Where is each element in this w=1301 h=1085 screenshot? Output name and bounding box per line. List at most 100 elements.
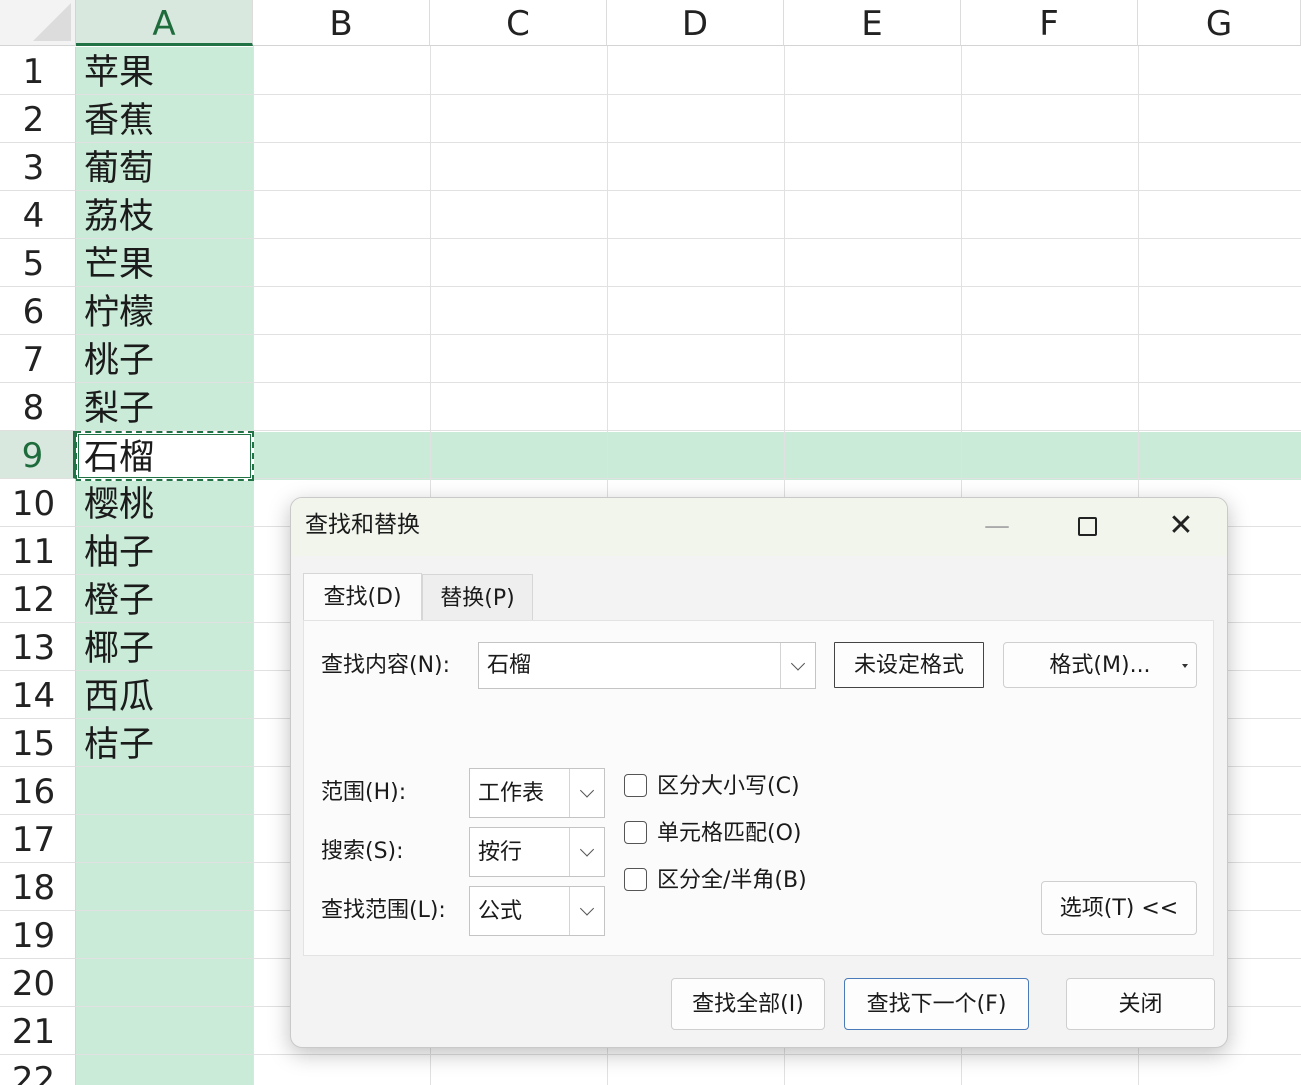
cell-a3[interactable]: 葡萄	[84, 143, 254, 191]
gridline-horizontal	[76, 238, 1301, 239]
cell-a8[interactable]: 梨子	[84, 383, 254, 431]
look-in-label: 查找范围(L):	[321, 898, 446, 923]
find-replace-dialog: 查找和替换 — ✕ 查找(D) 替换(P) 查找内容(N): 石榴 未设定格式 …	[290, 497, 1228, 1048]
maximize-icon	[1078, 517, 1097, 536]
tab-find[interactable]: 查找(D)	[303, 573, 422, 621]
row-header-14[interactable]: 14	[0, 671, 76, 719]
row-header-6[interactable]: 6	[0, 287, 76, 335]
cell-a11[interactable]: 柚子	[84, 527, 254, 575]
row-header-8[interactable]: 8	[0, 383, 76, 431]
cell-a13[interactable]: 椰子	[84, 623, 254, 671]
close-icon[interactable]: ✕	[1151, 504, 1211, 550]
find-all-button[interactable]: 查找全部(I)	[671, 978, 825, 1030]
match-case-checkbox[interactable]	[624, 774, 647, 797]
match-byte-label[interactable]: 区分全/半角(B)	[657, 866, 807, 896]
row-header-11[interactable]: 11	[0, 527, 76, 575]
format-button[interactable]: 格式(M)...	[1003, 642, 1197, 688]
chevron-down-icon	[790, 655, 806, 671]
options-button[interactable]: 选项(T) <<	[1041, 881, 1197, 935]
dialog-title: 查找和替换	[305, 512, 420, 538]
cell-a4[interactable]: 荔枝	[84, 191, 254, 239]
cell-a1[interactable]: 苹果	[84, 47, 254, 95]
caret-down-icon	[1182, 664, 1188, 668]
match-case-label[interactable]: 区分大小写(C)	[657, 772, 800, 802]
search-order-select[interactable]: 按行	[469, 827, 605, 877]
cell-a12[interactable]: 橙子	[84, 575, 254, 623]
close-button[interactable]: 关闭	[1066, 978, 1215, 1030]
look-in-dropdown-button[interactable]	[569, 887, 604, 935]
cell-a7[interactable]: 桃子	[84, 335, 254, 383]
gridline-horizontal	[76, 142, 1301, 143]
row-header-5[interactable]: 5	[0, 239, 76, 287]
gridline-horizontal	[76, 382, 1301, 383]
minimize-icon[interactable]: —	[967, 504, 1027, 550]
cell-a15[interactable]: 桔子	[84, 719, 254, 767]
row-header-17[interactable]: 17	[0, 815, 76, 863]
tab-find-label: 查找(D)	[323, 585, 402, 610]
active-cell-value: 石榴	[84, 438, 155, 478]
tab-replace[interactable]: 替换(P)	[422, 574, 533, 620]
gridline-horizontal	[76, 1054, 1301, 1055]
row-header-20[interactable]: 20	[0, 959, 76, 1007]
gridline-horizontal	[76, 286, 1301, 287]
row-header-18[interactable]: 18	[0, 863, 76, 911]
scope-value: 工作表	[478, 781, 545, 806]
look-in-value: 公式	[478, 899, 523, 924]
row-header-7[interactable]: 7	[0, 335, 76, 383]
search-order-dropdown-button[interactable]	[569, 828, 604, 876]
search-order-value: 按行	[478, 840, 523, 865]
gridline-horizontal	[76, 478, 1301, 479]
row-header-22[interactable]: 22	[0, 1055, 76, 1085]
row-header-15[interactable]: 15	[0, 719, 76, 767]
row-header-21[interactable]: 21	[0, 1007, 76, 1055]
row-header-3[interactable]: 3	[0, 143, 76, 191]
row-9-selection-fill	[76, 432, 1301, 480]
column-header-d[interactable]: D	[607, 0, 784, 46]
column-header-f[interactable]: F	[961, 0, 1138, 46]
match-byte-checkbox[interactable]	[624, 868, 647, 891]
gridline-horizontal	[76, 430, 1301, 431]
scope-dropdown-button[interactable]	[569, 769, 604, 817]
row-header-2[interactable]: 2	[0, 95, 76, 143]
gridline-horizontal	[76, 334, 1301, 335]
gridline-horizontal	[76, 190, 1301, 191]
column-header-a[interactable]: A	[76, 0, 253, 46]
format-preview-button[interactable]: 未设定格式	[834, 642, 984, 688]
row-header-1[interactable]: 1	[0, 47, 76, 95]
find-what-label: 查找内容(N):	[321, 653, 451, 678]
maximize-button[interactable]	[1057, 504, 1117, 550]
format-button-label: 格式(M)...	[1049, 653, 1151, 678]
column-header-e[interactable]: E	[784, 0, 961, 46]
cell-a5[interactable]: 芒果	[84, 239, 254, 287]
row-header-10[interactable]: 10	[0, 479, 76, 527]
find-next-button[interactable]: 查找下一个(F)	[844, 978, 1029, 1030]
chevron-down-icon	[579, 901, 595, 916]
chevron-down-icon	[579, 842, 595, 857]
gridline-horizontal	[76, 94, 1301, 95]
row-header-16[interactable]: 16	[0, 767, 76, 815]
find-what-combobox[interactable]: 石榴	[478, 642, 816, 689]
match-entire-cell-label[interactable]: 单元格匹配(O)	[657, 819, 801, 849]
column-header-g[interactable]: G	[1138, 0, 1301, 46]
chevron-down-icon	[579, 783, 595, 798]
cell-a2[interactable]: 香蕉	[84, 95, 254, 143]
row-header-9[interactable]: 9	[0, 431, 76, 479]
row-header-13[interactable]: 13	[0, 623, 76, 671]
row-header-19[interactable]: 19	[0, 911, 76, 959]
match-entire-cell-checkbox[interactable]	[624, 821, 647, 844]
cell-a10[interactable]: 樱桃	[84, 479, 254, 527]
cell-a14[interactable]: 西瓜	[84, 671, 254, 719]
select-all-triangle-icon	[33, 3, 71, 41]
column-header-c[interactable]: C	[430, 0, 607, 46]
cell-a6[interactable]: 柠檬	[84, 287, 254, 335]
column-header-b[interactable]: B	[253, 0, 430, 46]
row-header-4[interactable]: 4	[0, 191, 76, 239]
tab-replace-label: 替换(P)	[440, 586, 515, 611]
find-what-dropdown-button[interactable]	[780, 643, 815, 688]
look-in-select[interactable]: 公式	[469, 886, 605, 936]
search-label: 搜索(S):	[321, 839, 404, 864]
find-what-input[interactable]: 石榴	[487, 643, 531, 689]
select-all-corner[interactable]	[0, 0, 76, 46]
row-header-12[interactable]: 12	[0, 575, 76, 623]
scope-select[interactable]: 工作表	[469, 768, 605, 818]
